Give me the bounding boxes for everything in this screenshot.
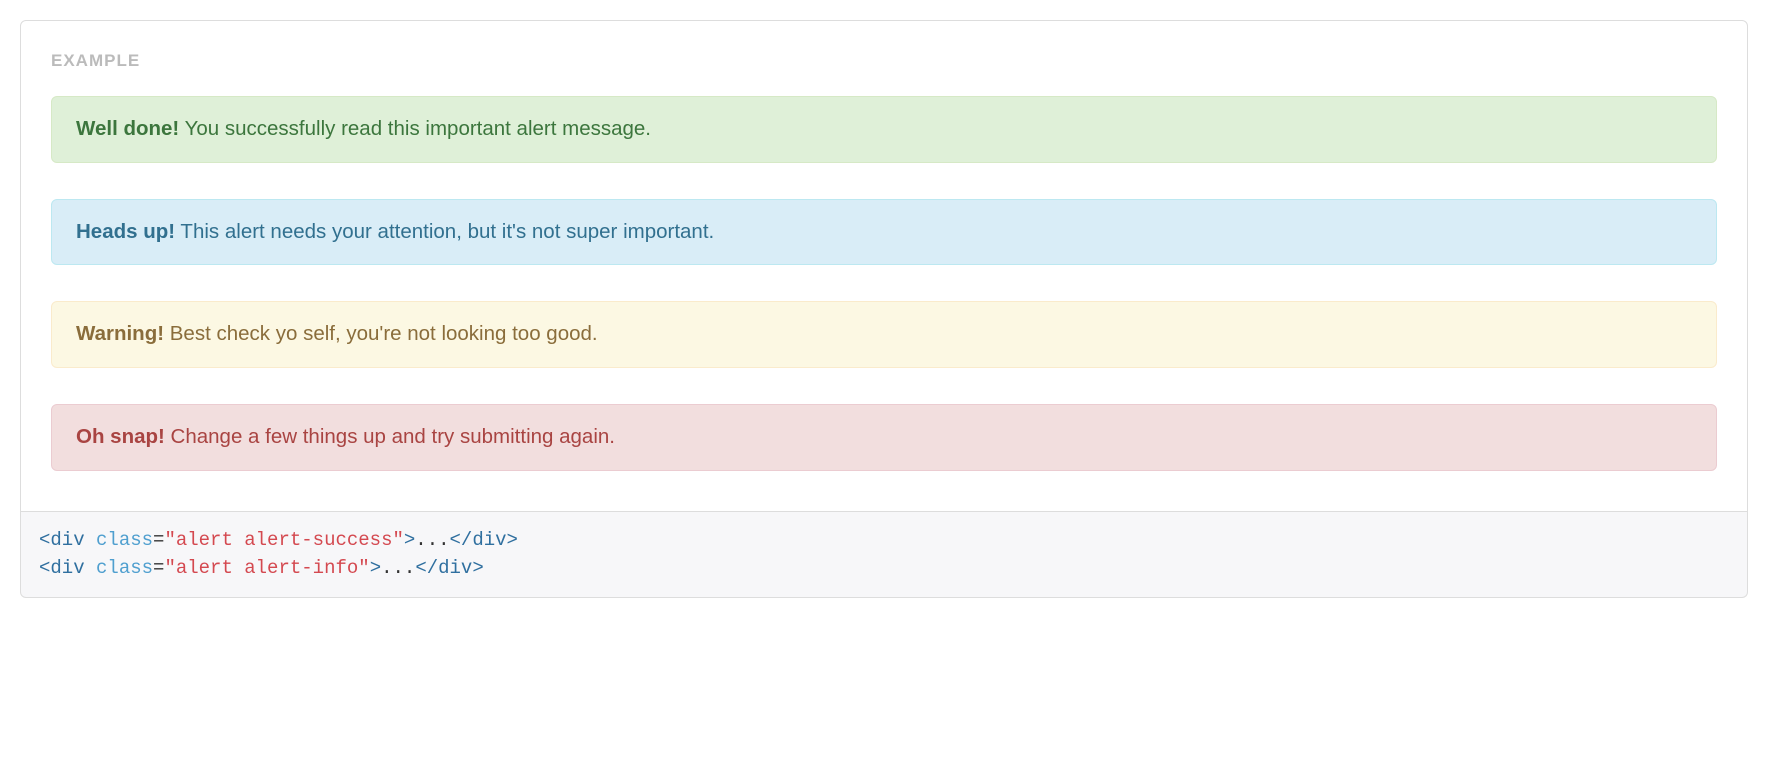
example-label: EXAMPLE	[51, 51, 1717, 71]
code-q-close: "	[392, 529, 403, 551]
alert-warning: Warning! Best check yo self, you're not …	[51, 301, 1717, 368]
alert-danger: Oh snap! Change a few things up and try …	[51, 404, 1717, 471]
code-tag-open-2: <div	[39, 557, 85, 579]
code-q-close-2: "	[358, 557, 369, 579]
alert-success-text: You successfully read this important ale…	[179, 117, 651, 140]
code-q-open: "	[164, 529, 175, 551]
alert-info: Heads up! This alert needs your attentio…	[51, 199, 1717, 266]
code-attr-name-2: class	[85, 557, 153, 579]
code-class-value-2: alert alert-info	[176, 557, 358, 579]
code-attr-name: class	[85, 529, 153, 551]
code-tag-open: <div	[39, 529, 85, 551]
code-snippet: <div class="alert alert-success">...</di…	[20, 512, 1748, 598]
code-ellipsis-2: ...	[381, 557, 415, 579]
code-close-open: >	[404, 529, 415, 551]
alert-info-text: This alert needs your attention, but it'…	[175, 220, 714, 243]
alert-info-strong: Heads up!	[76, 220, 175, 243]
code-q-open-2: "	[164, 557, 175, 579]
alert-warning-strong: Warning!	[76, 322, 164, 345]
code-tag-close-2: </div>	[415, 557, 483, 579]
alert-warning-text: Best check yo self, you're not looking t…	[164, 322, 598, 345]
code-class-value-1: alert alert-success	[176, 529, 393, 551]
example-panel: EXAMPLE Well done! You successfully read…	[20, 20, 1748, 512]
code-ellipsis: ...	[415, 529, 449, 551]
code-eq-2: =	[153, 557, 164, 579]
code-tag-close: </div>	[450, 529, 518, 551]
code-eq: =	[153, 529, 164, 551]
alert-danger-text: Change a few things up and try submittin…	[165, 425, 615, 448]
alert-success-strong: Well done!	[76, 117, 179, 140]
alert-success: Well done! You successfully read this im…	[51, 96, 1717, 163]
alert-danger-strong: Oh snap!	[76, 425, 165, 448]
code-close-open-2: >	[370, 557, 381, 579]
